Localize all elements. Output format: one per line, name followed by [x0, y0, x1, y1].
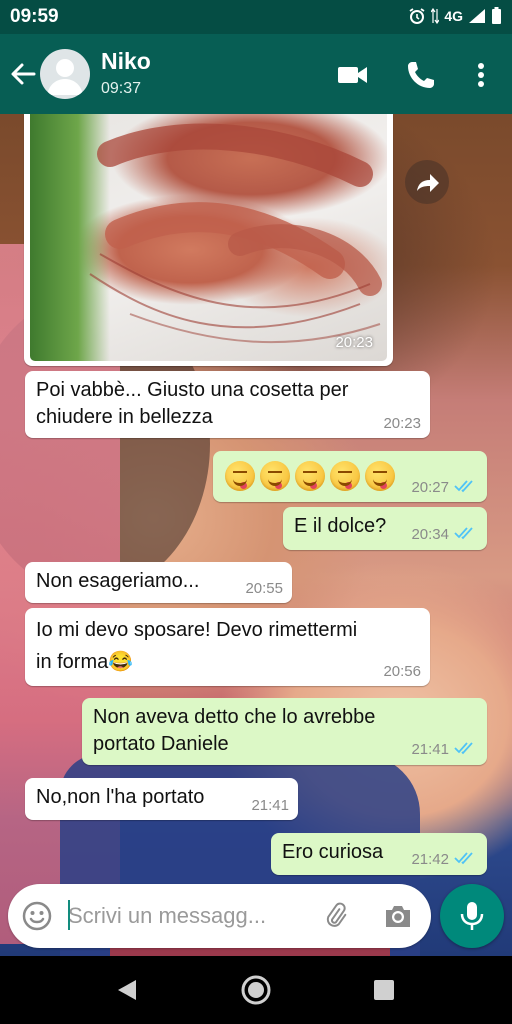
system-navigation-bar: [0, 956, 512, 1024]
face-savoring-food-emoji: [225, 461, 255, 491]
read-ticks-icon: [454, 527, 473, 540]
forward-icon: [417, 174, 439, 192]
message-bubble-incoming[interactable]: Non esageriamo... 20:55: [25, 562, 292, 603]
data-arrows-icon: [431, 8, 440, 24]
status-icons: 4G: [408, 7, 502, 25]
message-bubble-outgoing[interactable]: Non aveva detto che lo avrebbe portato D…: [82, 698, 487, 765]
read-ticks-icon: [454, 480, 473, 493]
emoji-row: [225, 461, 400, 491]
message-bubble-outgoing[interactable]: Ero curiosa 21:42: [271, 833, 487, 875]
message-bubble-outgoing[interactable]: 20:27: [213, 451, 487, 502]
microphone-icon: [460, 902, 484, 930]
message-time: 20:56: [383, 663, 421, 680]
status-bar: 09:59 4G: [0, 0, 512, 34]
message-text: No,non l'ha portato: [36, 786, 205, 808]
message-time: 21:41: [251, 797, 289, 814]
contact-avatar[interactable]: [40, 49, 90, 99]
message-line: Non aveva detto che lo avrebbe: [93, 706, 376, 728]
attach-icon[interactable]: [320, 900, 352, 932]
signal-icon: [469, 9, 485, 23]
message-time: 20:27: [411, 479, 449, 496]
message-line: Io mi devo sposare! Devo rimettermi: [36, 619, 358, 641]
message-line: portato Daniele: [93, 733, 229, 755]
message-text: Non esageriamo...: [36, 570, 200, 592]
message-time: 21:42: [411, 851, 449, 868]
nav-recents-icon[interactable]: [368, 974, 400, 1006]
status-time: 09:59: [10, 6, 59, 27]
more-options-icon[interactable]: [464, 58, 498, 92]
alarm-icon: [409, 8, 425, 24]
message-line: Poi vabbè... Giusto una cosetta per: [36, 379, 349, 401]
emoji-icon[interactable]: [21, 900, 53, 932]
contact-name[interactable]: Niko: [101, 48, 151, 75]
message-text: E il dolce?: [294, 515, 387, 537]
face-savoring-food-emoji: [260, 461, 290, 491]
video-call-icon[interactable]: [336, 58, 370, 92]
message-text: Non aveva detto che lo avrebbe portato D…: [93, 704, 375, 758]
face-savoring-food-emoji: [330, 461, 360, 491]
message-time: 20:23: [383, 415, 421, 432]
message-line: chiudere in bellezza: [36, 406, 213, 428]
message-time: 20:23: [335, 334, 373, 351]
read-ticks-icon: [454, 742, 473, 755]
nav-home-icon[interactable]: [240, 974, 272, 1006]
message-time: 20:55: [245, 580, 283, 597]
read-ticks-icon: [454, 852, 473, 865]
network-type: 4G: [444, 8, 463, 24]
back-arrow-icon[interactable]: [6, 57, 40, 91]
message-text: Ero curiosa: [282, 841, 384, 863]
message-text: Io mi devo sposare! Devo rimettermi in f…: [36, 614, 357, 678]
shrimp-photo[interactable]: 20:23: [30, 114, 387, 361]
battery-icon: [492, 7, 501, 24]
default-avatar-icon: [47, 59, 83, 95]
chat-header: Niko 09:37: [0, 34, 512, 114]
face-savoring-food-emoji: [295, 461, 325, 491]
photo-message[interactable]: 20:23: [24, 114, 393, 366]
camera-icon[interactable]: [382, 900, 414, 932]
message-time: 20:34: [411, 526, 449, 543]
message-composer: [8, 884, 431, 948]
nav-back-icon[interactable]: [112, 974, 144, 1006]
message-bubble-incoming[interactable]: Io mi devo sposare! Devo rimettermi in f…: [25, 608, 430, 686]
message-input[interactable]: [68, 898, 308, 934]
text-cursor: [68, 900, 70, 930]
face-savoring-food-emoji: [365, 461, 395, 491]
voice-call-icon[interactable]: [404, 58, 438, 92]
message-line: in forma😂: [36, 651, 134, 673]
message-bubble-outgoing[interactable]: E il dolce? 20:34: [283, 507, 487, 550]
shrimp-illustration: [89, 123, 382, 344]
message-bubble-incoming[interactable]: No,non l'ha portato 21:41: [25, 778, 298, 820]
message-text: Poi vabbè... Giusto una cosetta per chiu…: [36, 377, 348, 431]
forward-button[interactable]: [405, 160, 449, 204]
message-bubble-incoming[interactable]: Poi vabbè... Giusto una cosetta per chiu…: [25, 371, 430, 438]
voice-message-button[interactable]: [440, 884, 504, 948]
message-time: 21:41: [411, 741, 449, 758]
last-seen: 09:37: [101, 80, 142, 97]
